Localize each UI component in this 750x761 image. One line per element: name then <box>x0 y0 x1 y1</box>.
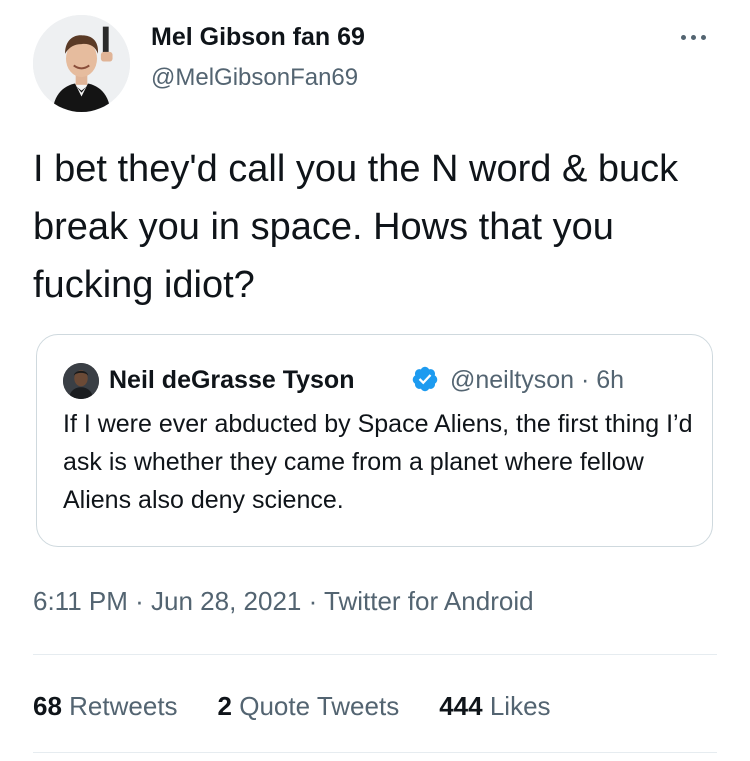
author-avatar-image <box>33 15 130 112</box>
divider <box>33 752 717 753</box>
likes-count: 444 <box>439 691 483 721</box>
more-options-button[interactable] <box>668 22 718 52</box>
author-handle[interactable]: @MelGibsonFan69 <box>151 63 358 93</box>
engagement-stats: 68 Retweets 2 Quote Tweets 444 Likes <box>33 690 551 722</box>
quoted-tweet-text: If I were ever abducted by Space Aliens,… <box>63 410 693 514</box>
more-options-icon-dot <box>700 34 706 40</box>
quoted-tweet-meta: @neiltyson · 6h <box>450 366 625 394</box>
quoted-author-name[interactable]: Neil deGrasse Tyson <box>109 365 354 395</box>
retweets-label: Retweets <box>69 691 178 721</box>
quoted-tweet-age[interactable]: 6h <box>596 366 624 394</box>
author-display-name[interactable]: Mel Gibson fan 69 <box>151 22 365 52</box>
quote-tweets-count: 2 <box>217 691 233 721</box>
author-avatar[interactable] <box>33 15 130 112</box>
quote-tweets-label: Quote Tweets <box>239 691 400 721</box>
tweet-timestamp-row: 6:11 PM · Jun 28, 2021 · Twitter for And… <box>33 586 534 616</box>
tweet-source[interactable]: Twitter for Android <box>324 586 534 616</box>
quoted-author-avatar[interactable] <box>63 363 99 399</box>
retweets-count: 68 <box>33 691 62 721</box>
quoted-author-handle[interactable]: @neiltyson <box>450 366 574 394</box>
more-options-icon <box>680 34 686 40</box>
quoted-tweet-card[interactable]: Neil deGrasse Tyson @neiltyson · 6h If I… <box>36 334 713 547</box>
likes-stat[interactable]: 444 Likes <box>439 690 550 722</box>
quote-tweets-stat[interactable]: 2 Quote Tweets <box>218 690 400 722</box>
tweet-time[interactable]: 6:11 PM <box>33 586 128 616</box>
verified-badge-icon <box>412 366 438 392</box>
likes-label: Likes <box>489 691 551 721</box>
more-options-icon-dot <box>690 34 696 40</box>
retweets-stat[interactable]: 68 Retweets <box>33 690 178 722</box>
divider <box>33 654 717 655</box>
tweet-date[interactable]: Jun 28, 2021 <box>151 586 301 616</box>
quoted-author-avatar-image <box>63 363 99 399</box>
tweet-text: I bet they'd call you the N word & buck … <box>33 148 679 306</box>
